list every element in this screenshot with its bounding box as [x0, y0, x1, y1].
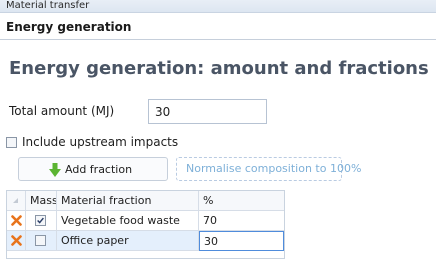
- fractions-table: Mass Material fraction % Vegetable food …: [6, 190, 285, 259]
- mass-checkbox[interactable]: [35, 215, 46, 226]
- checkmark-icon: [37, 217, 44, 224]
- sort-corner-icon: [13, 198, 18, 203]
- mass-checkbox[interactable]: [35, 235, 46, 246]
- arrow-down-icon: [49, 163, 61, 177]
- delete-x-icon[interactable]: [11, 235, 22, 246]
- add-fraction-button[interactable]: Add fraction: [18, 157, 168, 181]
- include-upstream-checkbox[interactable]: [6, 136, 17, 148]
- table-row[interactable]: Vegetable food waste 70: [7, 211, 284, 231]
- header-mass[interactable]: Mass: [26, 191, 57, 211]
- breadcrumb: Material transfer: [0, 0, 436, 13]
- header-percent[interactable]: %: [199, 191, 284, 211]
- normalise-composition-button[interactable]: Normalise composition to 100%: [176, 157, 361, 181]
- percent-cell[interactable]: 30: [199, 231, 284, 251]
- material-cell[interactable]: Vegetable food waste: [57, 211, 199, 231]
- delete-x-icon[interactable]: [11, 215, 22, 226]
- material-cell[interactable]: Office paper: [57, 231, 199, 251]
- percent-cell[interactable]: 70: [199, 211, 284, 231]
- total-amount-input[interactable]: [148, 99, 267, 124]
- table-row[interactable]: Office paper 30: [7, 231, 284, 251]
- delete-row-cell[interactable]: [7, 231, 26, 251]
- page-title: Energy generation: amount and fractions: [9, 58, 429, 79]
- header-corner: [7, 191, 26, 211]
- include-upstream-label: Include upstream impacts: [22, 135, 179, 149]
- delete-row-cell[interactable]: [7, 211, 26, 231]
- header-material-fraction[interactable]: Material fraction: [57, 191, 199, 211]
- table-header-row: Mass Material fraction %: [7, 191, 284, 211]
- section-title: Energy generation: [0, 14, 436, 40]
- total-amount-label: Total amount (MJ): [9, 104, 115, 118]
- add-fraction-label: Add fraction: [65, 162, 133, 176]
- mass-cell[interactable]: [26, 231, 57, 251]
- include-upstream-option[interactable]: Include upstream impacts: [6, 135, 178, 149]
- mass-cell[interactable]: [26, 211, 57, 231]
